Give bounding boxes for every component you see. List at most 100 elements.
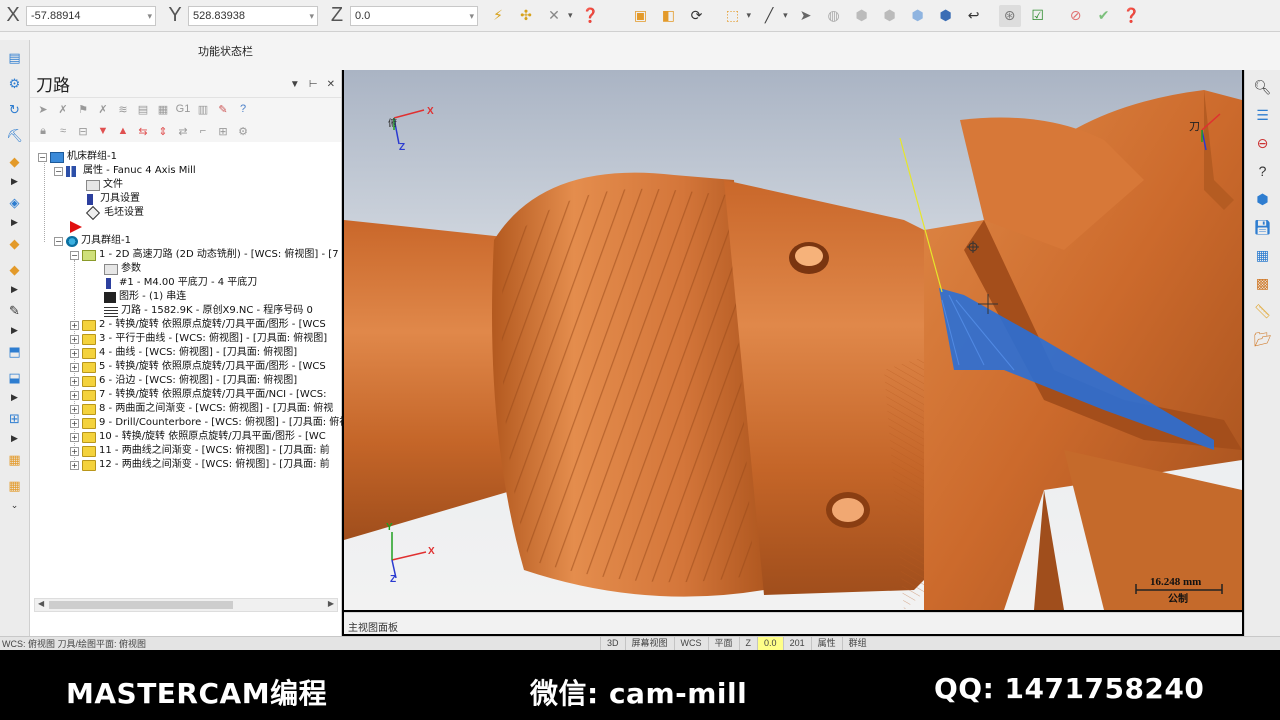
expand-arrow-icon[interactable]: ▶ [0,176,29,187]
more-icon[interactable]: ⌄ [0,500,29,511]
expand-arrow-icon[interactable]: ▶ [0,392,29,403]
tree-item-stock-setup[interactable]: 毛坯设置 [85,205,144,221]
collapse-icon[interactable]: − [54,236,63,246]
show-only-icon[interactable]: ⌐ [194,123,212,139]
main-view-tab[interactable]: 主视图面板 [348,619,398,634]
toggle-display-icon[interactable]: ≈ [54,123,72,139]
status-attributes[interactable]: 属性 [810,636,842,651]
verify-icon[interactable]: ⊛ [998,4,1021,27]
window-select-icon[interactable]: ⬚ [722,5,744,27]
status-plane[interactable]: 平面 [707,636,739,651]
tree-item-operation-10[interactable]: + 10 - 转换/旋转 依照原点旋转/刀具平面/图形 - [WC [70,430,326,444]
expand-icon[interactable]: + [70,460,79,470]
tree-item-parameters[interactable]: 参数 [104,262,141,276]
fast-point-icon[interactable]: ⚡ [487,5,509,27]
snap-dropdown-icon[interactable]: ▾ [568,10,573,21]
insert-arrow-icon[interactable]: ⇆ [134,123,152,139]
graphics-viewport[interactable]: X Z 俯 刀 X Y Z 16.248 mm 公制 [344,70,1242,610]
measure-icon[interactable]: 📏︎ [1252,300,1274,322]
checklist-icon[interactable]: ☑ [1027,5,1049,27]
x-coordinate-field[interactable]: -57.88914 [26,5,156,26]
expand-icon[interactable]: + [70,446,79,456]
expand-arrow-icon[interactable]: ▶ [0,325,29,336]
show-all-icon[interactable]: ⊞ [214,123,232,139]
solid-edge-icon[interactable]: ⬢ [879,5,901,27]
scroll-left-icon[interactable]: ◀ [38,599,44,608]
solid-view-icon[interactable]: ⬢ [1252,188,1274,210]
solid-face-icon[interactable]: ⬢ [851,5,873,27]
backplot-icon[interactable]: ≋ [114,101,132,117]
toolpath-tab-icon[interactable]: ▤ [4,48,26,68]
tree-item-operation-1[interactable]: − 1 - 2D 高速刀路 (2D 动态铣削) - [WCS: 俯视图] - [… [70,248,339,262]
window-select-dropdown-icon[interactable]: ▾ [747,10,752,21]
panel-menu-icon[interactable]: ▼ [290,79,300,90]
expand-icon[interactable]: + [70,418,79,428]
expand-icon[interactable]: + [70,320,79,330]
tree-item-files[interactable]: 文件 [86,178,123,192]
scroll-thumb[interactable] [49,601,233,609]
zoom-icon[interactable]: 🔍︎ [1252,76,1274,98]
transform-icon[interactable]: ⬒ [4,342,26,362]
scroll-to-insert-icon[interactable]: ⇄ [174,123,192,139]
toggle-post-icon[interactable]: ⊟ [74,123,92,139]
tree-item-geometry[interactable]: 图形 - (1) 串连 [104,290,186,304]
tool-icon[interactable]: ⛏ [4,126,26,146]
collapse-icon[interactable]: − [38,152,47,162]
close-icon[interactable]: ✕ [327,79,335,90]
layers-icon[interactable]: ☰ [1252,104,1274,126]
y-coordinate-field[interactable]: 528.83938 [188,5,318,26]
collapse-icon[interactable]: − [54,166,63,176]
simulate-icon[interactable]: ▦ [154,101,172,117]
drill-icon[interactable]: ✎ [4,301,26,321]
color-icon[interactable]: ▩ [1252,272,1274,294]
tree-horizontal-scrollbar[interactable]: ◀ ▶ [34,598,338,612]
tree-item-tool[interactable]: #1 - M4.00 平底刀 - 4 平底刀 [104,276,257,290]
tree-item-operation-5[interactable]: + 5 - 转换/旋转 依照原点旋转/刀具平面/图形 - [WCS [70,360,326,374]
ok-icon[interactable]: ✔ [1093,5,1115,27]
tree-item-toolpath[interactable]: 刀路 - 1582.9K - 原创X9.NC - 程序号码 0 [104,304,313,318]
cancel-icon[interactable]: ⊘ [1065,5,1087,27]
solid-icon[interactable]: ◆ [4,234,26,254]
status-3d[interactable]: 3D [600,636,625,651]
level-icon[interactable]: ◈ [4,193,26,213]
tree-item-operation-6[interactable]: + 6 - 沿边 - [WCS: 俯视图] - [刀具面: 俯视图] [70,374,297,388]
move-down-icon[interactable]: ▼ [94,123,112,139]
status-wcs[interactable]: WCS [673,636,708,651]
expand-icon[interactable]: + [70,334,79,344]
help-icon[interactable]: ❓ [580,5,602,27]
refresh-selection-icon[interactable]: ⟳ [686,5,708,27]
analyze-icon[interactable]: ? [1252,160,1274,182]
z-coordinate-field[interactable]: 0.0 [350,5,478,26]
options-icon[interactable]: ⚙ [234,123,252,139]
expand-arrow-icon[interactable]: ▶ [0,284,29,295]
edit-tool-icon[interactable]: ✎ [214,101,232,117]
solid-color-icon[interactable]: ⬢ [935,5,957,27]
dimension-icon[interactable]: ⊞ [4,409,26,429]
status-screen-view[interactable]: 屏幕视图 [624,636,674,651]
undo-select-icon[interactable]: ↩ [963,5,985,27]
expand-arrow-icon[interactable]: ▶ [0,433,29,444]
expand-icon[interactable]: + [70,348,79,358]
package-icon[interactable]: ▦ [4,476,26,496]
select-all-icon[interactable]: ▣ [630,5,652,27]
pin-icon[interactable]: ⊢ [309,79,318,90]
save-icon[interactable]: 💾︎ [1252,216,1274,238]
delete-entity-icon[interactable]: ⊖ [1252,132,1274,154]
select-all-ops-icon[interactable]: ➤ [34,101,52,117]
tree-item-operation-8[interactable]: + 8 - 两曲面之间渐变 - [WCS: 俯视图] - [刀具面: 俯视 [70,402,333,416]
solid-icon[interactable]: ◆ [4,260,26,280]
tree-item-operation-2[interactable]: + 2 - 转换/旋转 依照原点旋转/刀具平面/图形 - [WCS [70,318,326,332]
expand-arrow-icon[interactable]: ▶ [0,217,29,228]
expand-icon[interactable]: + [70,404,79,414]
expand-icon[interactable]: + [70,376,79,386]
expand-icon[interactable]: + [70,362,79,372]
tree-item-operation-12[interactable]: + 12 - 两曲线之间渐变 - [WCS: 俯视图] - [刀具面: 前 [70,458,330,472]
tree-item-operation-9[interactable]: + 9 - Drill/Counterbore - [WCS: 俯视图] - [… [70,416,349,430]
solid-select-icon[interactable]: ◍ [823,5,845,27]
post-icon[interactable]: G1 [174,101,192,117]
move-up-icon[interactable]: ▲ [114,123,132,139]
tree-item-operation-7[interactable]: + 7 - 转换/旋转 依照原点旋转/刀具平面/NCI - [WCS: [70,388,326,402]
status-group[interactable]: 群组 [841,636,873,651]
status-color[interactable]: 201 [782,636,811,651]
expand-icon[interactable]: + [70,432,79,442]
